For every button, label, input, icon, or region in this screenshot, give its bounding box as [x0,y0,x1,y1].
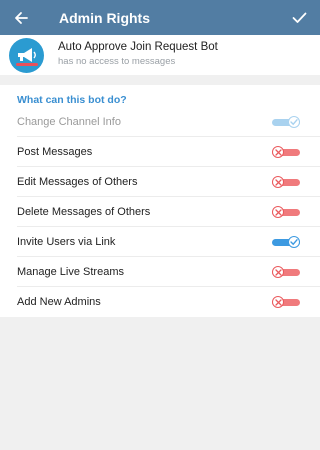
x-icon [274,268,282,276]
delete-messages-toggle[interactable] [272,206,300,218]
change-channel-info-toggle[interactable] [272,116,300,128]
page-title: Admin Rights [59,9,150,26]
app-bar: Admin Rights [0,0,320,35]
permission-row-manage-live-streams[interactable]: Manage Live Streams [0,257,320,287]
check-icon [290,239,298,246]
permissions-card: What can this bot do? Change Channel Inf… [0,85,320,317]
bot-status: has no access to messages [58,56,176,67]
permission-label: Change Channel Info [17,116,121,128]
bot-name: Auto Approve Join Request Bot [58,41,218,53]
toggle-knob [272,206,284,218]
permission-row-change-channel-info[interactable]: Change Channel Info [0,107,320,137]
permission-label: Post Messages [17,146,93,158]
permission-label: Delete Messages of Others [17,206,151,218]
megaphone-icon [15,47,38,66]
permission-label: Invite Users via Link [17,236,116,248]
invite-users-toggle[interactable] [272,236,300,248]
bot-avatar [9,38,44,73]
toggle-knob [272,296,284,308]
back-arrow-icon [15,11,28,24]
add-new-admins-toggle[interactable] [272,296,300,308]
toggle-knob [272,266,284,278]
checkmark-icon [292,12,306,23]
x-icon [274,178,282,186]
permission-label: Manage Live Streams [17,266,124,278]
toggle-knob [288,236,300,248]
edit-messages-toggle[interactable] [272,176,300,188]
permission-label: Edit Messages of Others [17,176,138,188]
permission-row-invite-users[interactable]: Invite Users via Link [0,227,320,257]
permission-row-delete-messages[interactable]: Delete Messages of Others [0,197,320,227]
permission-row-edit-messages[interactable]: Edit Messages of Others [0,167,320,197]
section-gap [0,75,320,85]
permission-label: Add New Admins [17,296,101,308]
check-icon [290,119,298,126]
x-icon [274,298,282,306]
x-icon [274,208,282,216]
save-button[interactable] [278,0,320,35]
toggle-knob [272,146,284,158]
post-messages-toggle[interactable] [272,146,300,158]
bot-info-card[interactable]: Auto Approve Join Request Bot has no acc… [0,35,320,75]
back-button[interactable] [0,0,42,35]
manage-live-streams-toggle[interactable] [272,266,300,278]
toggle-knob [288,116,300,128]
permission-row-post-messages[interactable]: Post Messages [0,137,320,167]
permission-row-add-new-admins[interactable]: Add New Admins [0,287,320,317]
section-header: What can this bot do? [17,94,127,106]
toggle-knob [272,176,284,188]
x-icon [274,148,282,156]
